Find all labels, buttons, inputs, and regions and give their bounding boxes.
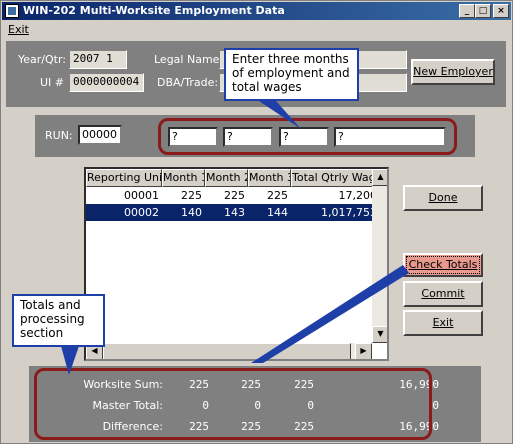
cell-month3: 225 (267, 189, 288, 202)
window-title: WIN-202 Multi-Worksite Employment Data (23, 4, 285, 17)
dba-trade-label: DBA/Trade: (157, 76, 219, 89)
check-totals-button[interactable]: Check Totals (403, 253, 483, 277)
run-label: RUN: (45, 129, 73, 142)
grid-header-reporting-unit[interactable]: Reporting Unit (86, 169, 162, 187)
master-wages: 0 (432, 399, 439, 412)
year-qtr-field: 2007 1 (69, 50, 127, 69)
maximize-button[interactable]: □ (475, 4, 491, 18)
done-button[interactable]: Done (403, 185, 483, 211)
cell-month1: 140 (181, 206, 202, 219)
entry-highlight-ring (158, 118, 457, 155)
cell-month3: 144 (267, 206, 288, 219)
vertical-scrollbar[interactable]: ▲ ▼ (372, 169, 387, 343)
menu-bar: Exit (2, 21, 511, 39)
table-row[interactable]: 00002 140 143 144 1,017,753 (86, 204, 387, 221)
run-input[interactable]: 00000 (78, 125, 122, 145)
new-employer-button[interactable]: New Employer (411, 59, 495, 85)
app-icon (5, 4, 19, 18)
title-bar[interactable]: WIN-202 Multi-Worksite Employment Data _… (2, 2, 511, 20)
cell-month2: 225 (224, 189, 245, 202)
worksite-grid[interactable]: Reporting Unit Month 1 Month 2 Month 3 T… (84, 167, 389, 361)
scroll-thumb[interactable] (103, 343, 351, 359)
horizontal-scrollbar[interactable]: ◀ ▶ (86, 343, 372, 359)
cell-unit: 00002 (124, 206, 159, 219)
menu-exit[interactable]: Exit (8, 23, 29, 36)
grid-header-month1[interactable]: Month 1 (162, 169, 205, 187)
ui-number-field: 0000000004 (69, 73, 144, 92)
table-row[interactable]: 00001 225 225 225 17,200 (86, 187, 387, 204)
cell-month1: 225 (181, 189, 202, 202)
cell-wages: 1,017,753 (321, 206, 377, 219)
legal-name-label: Legal Name: (154, 53, 224, 66)
app-window: WIN-202 Multi-Worksite Employment Data _… (0, 0, 513, 444)
totals-highlight-ring (34, 368, 432, 440)
ui-number-label: UI # (40, 76, 65, 89)
close-button[interactable]: × (493, 4, 509, 18)
scroll-right-icon[interactable]: ▶ (355, 343, 372, 359)
cell-wages: 17,200 (338, 189, 378, 202)
scroll-up-icon[interactable]: ▲ (372, 169, 387, 186)
grid-header-month2[interactable]: Month 2 (205, 169, 248, 187)
minimize-button[interactable]: _ (459, 4, 475, 18)
exit-button[interactable]: Exit (403, 310, 483, 336)
commit-button[interactable]: Commit (403, 281, 483, 307)
year-qtr-label: Year/Qtr: (18, 53, 67, 66)
scroll-down-icon[interactable]: ▼ (372, 326, 387, 343)
cell-unit: 00001 (124, 189, 159, 202)
grid-header-total-wages[interactable]: Total Qtrly Wages (291, 169, 377, 187)
callout-totals-section: Totals and processing section (12, 294, 105, 347)
cell-month2: 143 (224, 206, 245, 219)
callout-enter-months: Enter three months of employment and tot… (224, 48, 359, 101)
grid-header-month3[interactable]: Month 3 (248, 169, 291, 187)
